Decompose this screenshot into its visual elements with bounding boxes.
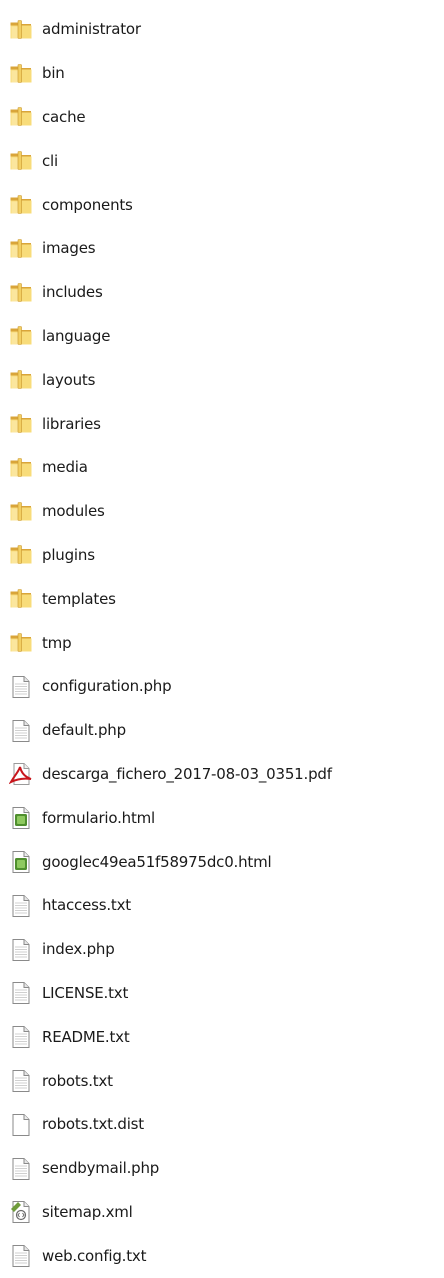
folder-item[interactable]: administrator [0, 8, 444, 52]
folder-item[interactable]: components [0, 183, 444, 227]
file-name-label: index.php [42, 940, 115, 959]
file-name-label: plugins [42, 545, 95, 564]
html-file-icon [9, 850, 33, 874]
file-name-label: components [42, 195, 133, 214]
file-name-label: sitemap.xml [42, 1202, 133, 1221]
pdf-file-icon [9, 762, 33, 786]
file-item[interactable]: sitemap.xml [0, 1191, 444, 1235]
folder-icon [9, 193, 33, 217]
folder-item[interactable]: tmp [0, 621, 444, 665]
folder-item[interactable]: templates [0, 577, 444, 621]
folder-item[interactable]: cli [0, 139, 444, 183]
folder-icon [9, 543, 33, 567]
file-name-label: htaccess.txt [42, 896, 131, 915]
xml-file-icon [9, 1200, 33, 1224]
file-name-label: bin [42, 64, 65, 83]
blank-file-icon [9, 1113, 33, 1137]
text-file-icon [9, 1069, 33, 1093]
folder-icon [9, 500, 33, 524]
file-name-label: modules [42, 502, 105, 521]
folder-item[interactable]: bin [0, 52, 444, 96]
text-file-icon [9, 719, 33, 743]
folder-item[interactable]: libraries [0, 402, 444, 446]
text-file-icon [9, 894, 33, 918]
file-name-label: administrator [42, 20, 141, 39]
folder-icon [9, 368, 33, 392]
folder-icon [9, 456, 33, 480]
file-name-label: descarga_fichero_2017-08-03_0351.pdf [42, 764, 332, 783]
text-file-icon [9, 1244, 33, 1268]
folder-icon [9, 62, 33, 86]
file-name-label: robots.txt [42, 1071, 113, 1090]
file-item[interactable]: formulario.html [0, 796, 444, 840]
folder-icon [9, 412, 33, 436]
text-file-icon [9, 938, 33, 962]
html-file-icon [9, 806, 33, 830]
file-item[interactable]: default.php [0, 709, 444, 753]
text-file-icon [9, 1025, 33, 1049]
file-list: administrator bin cache cli components i… [0, 0, 444, 1278]
folder-icon [9, 105, 33, 129]
folder-icon [9, 149, 33, 173]
file-name-label: tmp [42, 633, 72, 652]
file-item[interactable]: LICENSE.txt [0, 972, 444, 1016]
file-item[interactable]: descarga_fichero_2017-08-03_0351.pdf [0, 753, 444, 797]
folder-item[interactable]: language [0, 315, 444, 359]
file-name-label: cache [42, 107, 86, 126]
folder-item[interactable]: layouts [0, 358, 444, 402]
file-name-label: default.php [42, 721, 126, 740]
file-name-label: images [42, 239, 96, 258]
file-item[interactable]: sendbymail.php [0, 1147, 444, 1191]
file-item[interactable]: web.config.txt [0, 1234, 444, 1278]
file-item[interactable]: googlec49ea51f58975dc0.html [0, 840, 444, 884]
file-name-label: libraries [42, 414, 101, 433]
file-item[interactable]: robots.txt [0, 1059, 444, 1103]
file-name-label: includes [42, 283, 103, 302]
file-name-label: sendbymail.php [42, 1159, 160, 1178]
file-name-label: README.txt [42, 1027, 130, 1046]
folder-icon [9, 281, 33, 305]
folder-item[interactable]: modules [0, 490, 444, 534]
folder-item[interactable]: images [0, 227, 444, 271]
folder-icon [9, 324, 33, 348]
folder-item[interactable]: plugins [0, 534, 444, 578]
folder-icon [9, 631, 33, 655]
file-name-label: templates [42, 589, 116, 608]
file-name-label: robots.txt.dist [42, 1115, 144, 1134]
file-name-label: googlec49ea51f58975dc0.html [42, 852, 272, 871]
file-name-label: configuration.php [42, 677, 172, 696]
folder-item[interactable]: media [0, 446, 444, 490]
file-name-label: media [42, 458, 88, 477]
file-name-label: formulario.html [42, 808, 156, 827]
folder-item[interactable]: includes [0, 271, 444, 315]
file-item[interactable]: README.txt [0, 1015, 444, 1059]
file-name-label: LICENSE.txt [42, 983, 129, 1002]
file-item[interactable]: robots.txt.dist [0, 1103, 444, 1147]
file-item[interactable]: htaccess.txt [0, 884, 444, 928]
file-name-label: cli [42, 151, 58, 170]
text-file-icon [9, 1157, 33, 1181]
file-name-label: layouts [42, 370, 96, 389]
file-item[interactable]: configuration.php [0, 665, 444, 709]
text-file-icon [9, 981, 33, 1005]
file-name-label: web.config.txt [42, 1246, 147, 1265]
folder-icon [9, 18, 33, 42]
folder-icon [9, 587, 33, 611]
file-name-label: language [42, 326, 111, 345]
folder-icon [9, 237, 33, 261]
text-file-icon [9, 675, 33, 699]
file-item[interactable]: index.php [0, 928, 444, 972]
folder-item[interactable]: cache [0, 96, 444, 140]
